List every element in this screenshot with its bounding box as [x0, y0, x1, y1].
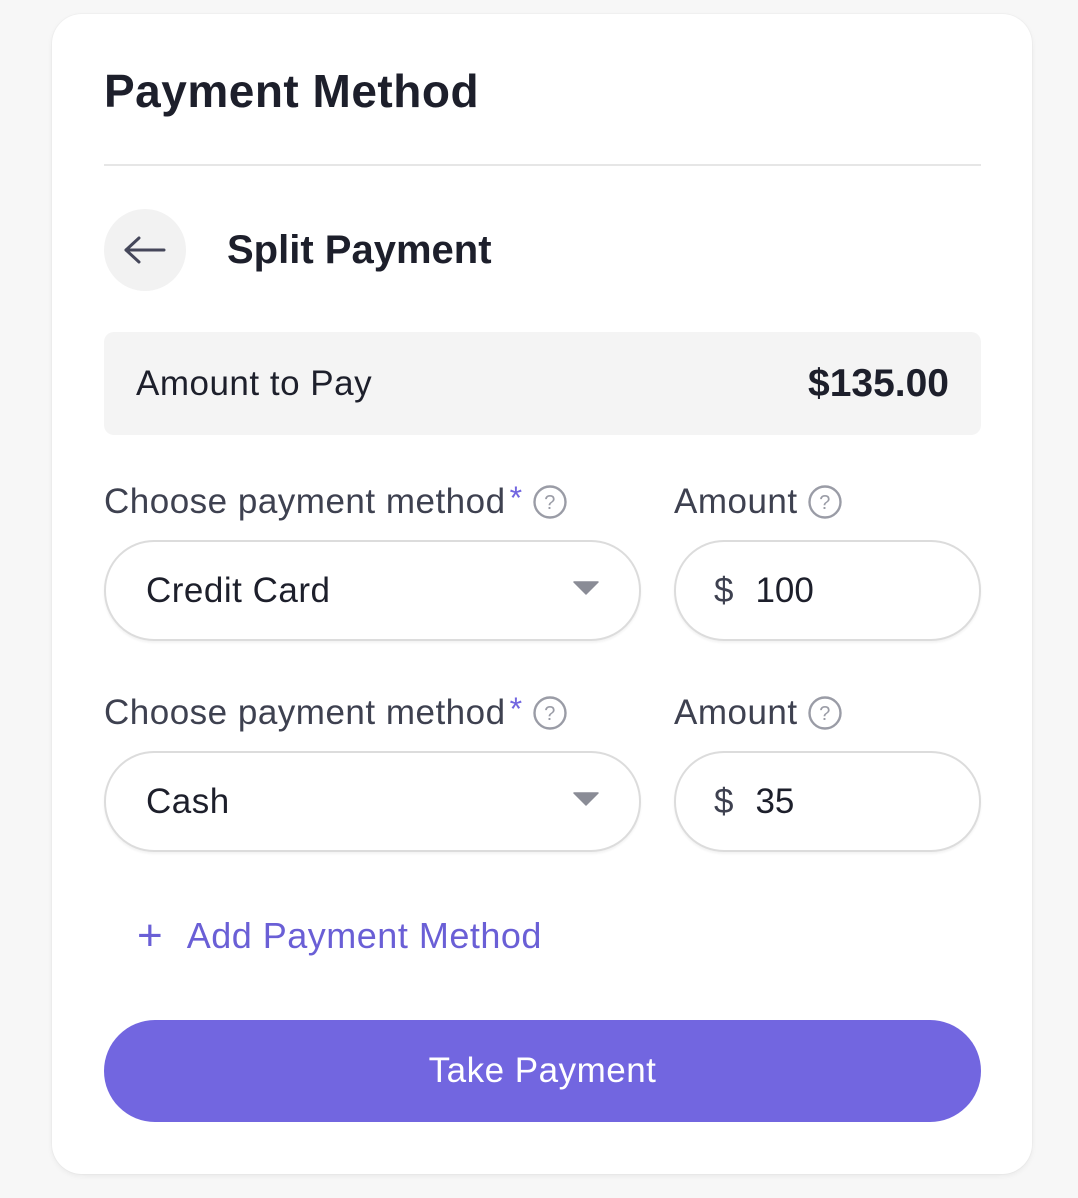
payment-method-label-text: Choose payment method: [104, 693, 506, 732]
back-button[interactable]: [104, 209, 186, 291]
payment-method-select[interactable]: Credit Card: [104, 540, 641, 641]
section-title: Split Payment: [227, 228, 492, 272]
divider: [104, 164, 981, 166]
card-title: Payment Method: [104, 65, 480, 117]
amount-to-pay-label: Amount to Pay: [136, 363, 373, 403]
payment-method-label-text: Choose payment method: [104, 482, 506, 521]
help-icon[interactable]: ?: [532, 696, 567, 730]
caret-down-icon: [573, 581, 599, 600]
amount-to-pay-summary: Amount to Pay $135.00: [104, 332, 981, 435]
amount-input[interactable]: [755, 781, 936, 822]
take-payment-button[interactable]: Take Payment: [104, 1020, 981, 1122]
currency-symbol: $: [714, 570, 734, 610]
amount-label: Amount ?: [674, 691, 842, 735]
svg-text:?: ?: [544, 703, 556, 725]
required-marker: *: [509, 691, 523, 727]
help-icon[interactable]: ?: [807, 696, 842, 730]
amount-input[interactable]: [755, 570, 936, 611]
payment-method-value: Cash: [146, 781, 230, 821]
help-icon[interactable]: ?: [532, 485, 567, 519]
amount-label-text: Amount: [674, 693, 798, 732]
amount-field[interactable]: $: [674, 751, 981, 852]
amount-label-text: Amount: [674, 482, 798, 521]
payment-method-label: Choose payment method * ?: [104, 480, 567, 524]
svg-text:?: ?: [544, 492, 556, 514]
currency-symbol: $: [714, 781, 734, 821]
amount-label: Amount ?: [674, 480, 842, 524]
svg-text:?: ?: [819, 703, 831, 725]
svg-text:?: ?: [819, 492, 831, 514]
help-icon[interactable]: ?: [807, 485, 842, 519]
amount-to-pay-value: $135.00: [808, 361, 949, 405]
plus-icon: +: [137, 911, 163, 960]
add-payment-method-button[interactable]: + Add Payment Method: [137, 914, 542, 958]
payment-method-value: Credit Card: [146, 570, 331, 610]
add-payment-method-label: Add Payment Method: [186, 915, 542, 956]
payment-method-label: Choose payment method * ?: [104, 691, 567, 735]
required-marker: *: [509, 480, 523, 516]
payment-method-select[interactable]: Cash: [104, 751, 641, 852]
payment-card: Payment Method Split Payment Amount to P…: [52, 14, 1032, 1174]
caret-down-icon: [573, 792, 599, 811]
arrow-left-icon: [123, 235, 167, 265]
amount-field[interactable]: $: [674, 540, 981, 641]
